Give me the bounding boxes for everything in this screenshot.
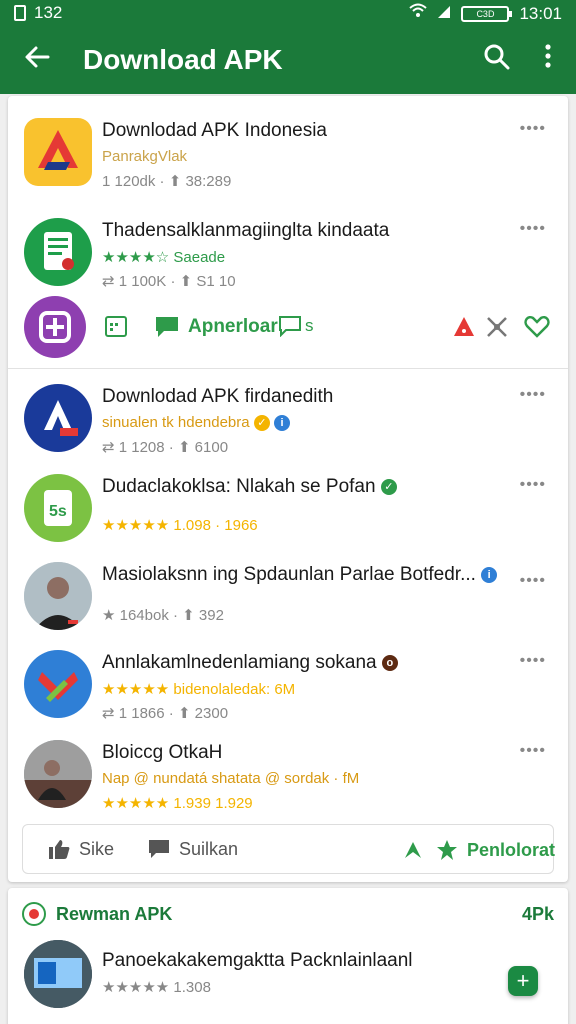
list-item[interactable]: Panoekakakemgaktta Packnlainlaanl ★★★★★ … [8,936,568,1016]
action-label[interactable]: Apnerloar [188,316,278,338]
apps-card: Downlodad APK Indonesia PanrakgVlak 1 12… [8,96,568,882]
app-name-text: Annlakamlnedenlamiang sokana [102,652,377,673]
app-stats: ⇄ 1 100K · ⬆ S1 10 [102,273,236,290]
message-icon[interactable] [154,315,180,344]
app-icon [24,218,92,286]
tools-icon[interactable] [484,314,510,345]
app-name: Dudaclakoklsa: Nlakah se Pofan ✓ [102,476,397,498]
overflow-menu-icon[interactable]: •••• [520,652,546,670]
app-icon [24,650,92,718]
app-name: Panoekakakemgaktta Packnlainlaanl [102,950,413,971]
like-button[interactable]: Sike [47,838,114,860]
action-row: Apnerloar s [8,294,568,360]
app-name: Downlodad APK firdanedith [102,386,334,407]
overflow-menu-icon[interactable]: •••• [520,742,546,760]
card-footer: Sike Suilkan Penlolorat [22,824,555,874]
app-stats: 1 120dk · ⬆ 38:289 [102,173,232,190]
suggest-label: Suilkan [179,838,239,859]
list-item[interactable]: Thadensalklanmagiinglta kindaata ★★★★☆ S… [8,214,568,294]
avatar [24,562,92,630]
alert-icon[interactable] [451,314,477,345]
add-button[interactable]: + [508,966,538,996]
page-title: Download APK [83,44,283,75]
like-label: Sike [79,838,115,859]
more-vertical-icon[interactable] [538,42,558,76]
arrow-left-icon[interactable] [22,42,56,76]
share-icon[interactable] [403,838,425,860]
svg-text:5s: 5s [49,503,67,520]
app-stats: ⇄ 1 1866 · ⬆ 2300 [102,705,229,722]
signal-icon [437,4,451,24]
overflow-menu-icon[interactable]: •••• [520,572,546,590]
section-card: Rewman APK 4Pk Panoekakakemgaktta Packnl… [8,888,568,1024]
app-developer: Nap @ nundatá shatata @ sordak · fM [102,770,360,787]
wifi-icon [409,3,428,24]
promote-label: Penlolorat [467,839,556,860]
app-name-text: Dudaclakoklsa: Nlakah se Pofan [102,476,376,497]
app-name: Annlakamlnedenlamiang sokana o [102,652,398,674]
app-name: Downlodad APK Indonesia [102,120,327,141]
verified-icon: ✓ [380,478,397,495]
app-name: Thadensalklanmagiinglta kindaata [102,220,390,241]
app-icon [24,118,92,186]
avatar [24,940,92,1008]
search-icon[interactable] [482,42,512,76]
comment-icon [149,840,169,858]
verified-icon: ✓ [253,415,270,432]
section-count: 4Pk [521,904,554,924]
divider [8,368,568,369]
app-rating: ★★★★★ bidenolaledak: 6M [102,681,296,698]
app-rating: ★★★★★ 1.098 · 1966 [102,517,258,534]
overflow-menu-icon[interactable]: •••• [520,220,546,238]
app-name: Bloiccg OtkaH [102,742,223,763]
star-pin-icon [437,840,457,860]
chat-icon[interactable] [278,315,302,342]
app-icon [24,384,92,452]
status-bar: 132 C3D 13:01 [0,0,576,26]
promote-button[interactable]: Penlolorat [435,838,555,862]
list-item[interactable]: Downlodad APK Indonesia PanrakgVlak 1 12… [8,114,568,194]
battery-icon: C3D [461,5,513,22]
overflow-menu-icon[interactable]: •••• [520,120,546,138]
app-name-text: Masiolaksnn ing Spdaunlan Parlae Botfedr… [102,564,476,585]
app-icon: 5s [24,474,92,542]
list-item[interactable]: 5s Dudaclakoklsa: Nlakah se Pofan ✓ ★★★★… [8,470,568,550]
overflow-menu-icon[interactable]: •••• [520,386,546,404]
app-stats: ★★★★★ 1.939 1.929 [102,795,253,812]
section-title: Rewman APK [56,903,173,924]
overflow-menu-icon[interactable]: •••• [520,476,546,494]
suggest-button[interactable]: Suilkan [147,838,238,860]
app-bar: Download APK [0,26,576,94]
list-item[interactable]: Masiolaksnn ing Spdaunlan Parlae Botfedr… [8,558,568,638]
developer-text: sinualen tk hdendebra [102,414,250,431]
record-icon: o [381,654,398,671]
sim-icon [14,5,26,21]
app-name: Masiolaksnn ing Spdaunlan Parlae Botfedr… [102,564,498,586]
section-header: Rewman APK [22,902,172,926]
calendar-icon[interactable] [104,314,128,343]
section-icon [22,902,46,926]
app-rating: ★★★★☆ Saeade [102,249,226,266]
heart-icon[interactable] [524,314,550,343]
app-stats: ⇄ 1 1208 · ⬆ 6100 [102,439,229,456]
app-stats: ★ 164bok · ⬆ 392 [102,607,224,624]
app-rating: ★★★★★ 1.308 [102,979,211,996]
status-left-text: 132 [34,3,63,22]
status-time: 13:01 [519,3,562,23]
list-item[interactable]: Annlakamlnedenlamiang sokana o ★★★★★ bid… [8,646,568,726]
info-icon: i [273,415,290,432]
app-developer: sinualen tk hdendebra ✓ i [102,414,290,432]
info-icon: i [481,566,498,583]
avatar [24,740,92,808]
app-developer: PanrakgVlak [102,148,188,165]
thumbs-up-icon [49,840,70,859]
list-item[interactable]: Downlodad APK firdanedith sinualen tk hd… [8,380,568,460]
app-icon [24,296,86,358]
action-suffix: s [305,316,314,335]
list-item[interactable]: Bloiccg OtkaH Nap @ nundatá shatata @ so… [8,736,568,816]
